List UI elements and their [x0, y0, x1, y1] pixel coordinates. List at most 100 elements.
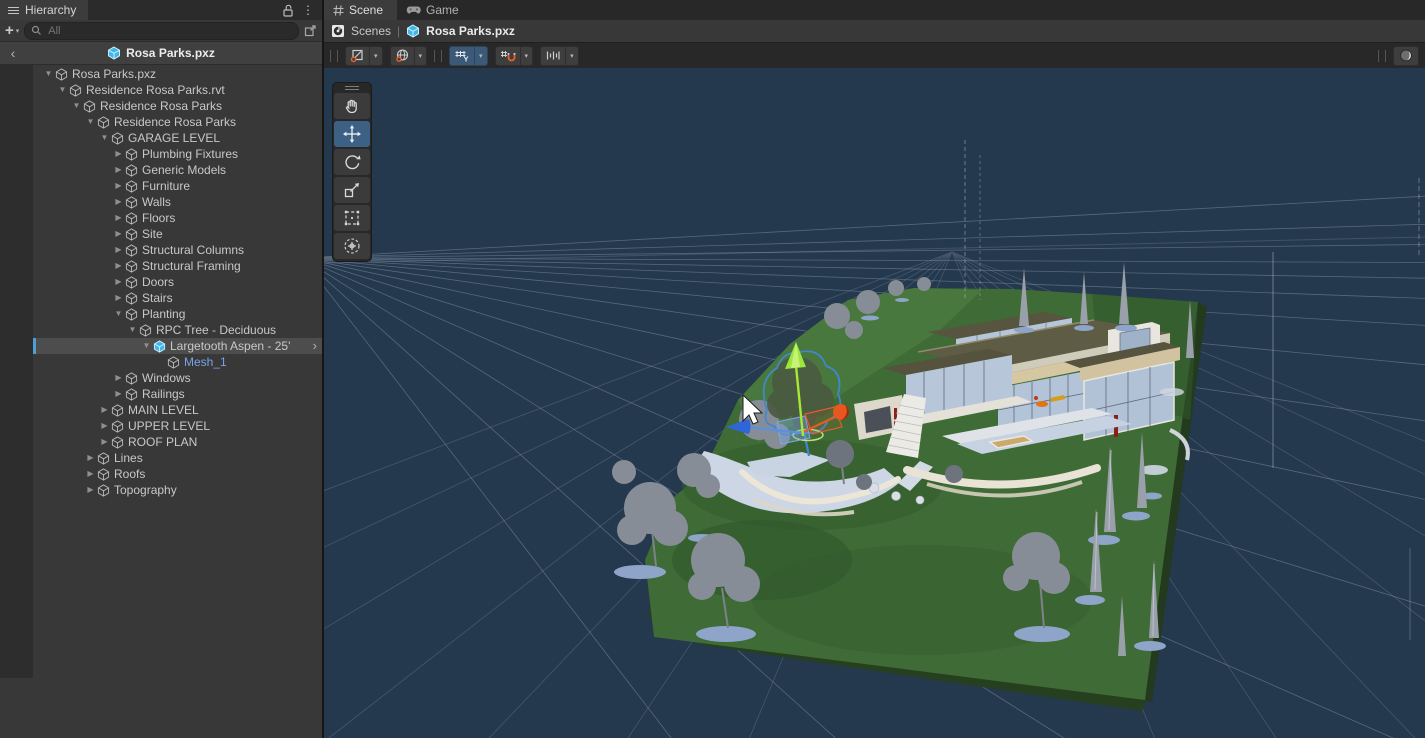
expand-arrow-icon[interactable]: ▶	[112, 278, 125, 286]
item-label: Residence Rosa Parks	[100, 99, 222, 113]
hierarchy-item-plumbing-fixtures[interactable]: ▶Plumbing Fixtures	[0, 146, 322, 162]
hierarchy-item-topography[interactable]: ▶Topography	[0, 482, 322, 498]
hierarchy-item-site[interactable]: ▶ Site	[0, 226, 322, 242]
item-label: Railings	[142, 387, 185, 401]
expand-arrow-icon[interactable]: ▶	[112, 374, 125, 382]
scene-tab-bar: Scene Game	[324, 0, 1425, 20]
tool-handle-position-button[interactable]: ▾	[345, 46, 383, 66]
tools-overlay[interactable]	[332, 82, 372, 262]
tab-hierarchy[interactable]: Hierarchy	[0, 0, 88, 20]
expand-arrow-icon[interactable]: ▶	[112, 198, 125, 206]
toolbar-drag-handle[interactable]	[1378, 50, 1386, 62]
prefab-header-title: Rosa Parks.pxz	[126, 46, 215, 60]
hierarchy-item-roof-plan[interactable]: ▶ROOF PLAN	[0, 434, 322, 450]
expand-arrow-icon[interactable]: ▶	[112, 150, 125, 158]
hierarchy-item-stairs[interactable]: ▶Stairs	[0, 290, 322, 306]
snap-increment-button[interactable]: ▾	[540, 46, 579, 66]
expand-arrow-icon[interactable]: ▶	[84, 486, 97, 494]
expand-arrow-icon[interactable]: ▶	[112, 390, 125, 398]
hamburger-icon	[8, 6, 19, 15]
hierarchy-item-roofs[interactable]: ▶Roofs	[0, 466, 322, 482]
hierarchy-item-railings[interactable]: ▶ Railings	[0, 386, 322, 402]
expand-arrow-icon[interactable]: ▶	[98, 422, 111, 430]
hierarchy-item-rosa-parks-pxz[interactable]: ▼Rosa Parks.pxz	[0, 66, 322, 82]
expand-arrow-icon[interactable]: ▼	[126, 326, 139, 334]
tab-game[interactable]: Game	[397, 0, 473, 20]
hierarchy-item-structural-columns[interactable]: ▶Structural Columns	[0, 242, 322, 258]
expand-arrow-icon[interactable]: ▶	[112, 166, 125, 174]
grid-visibility-button[interactable]: Y ▾	[449, 46, 488, 66]
transform-tool[interactable]	[334, 233, 370, 259]
expand-arrow-icon[interactable]: ▶	[112, 294, 125, 302]
expand-arrow-icon[interactable]: ▼	[84, 118, 97, 126]
expand-arrow-icon[interactable]: ▶	[112, 230, 125, 238]
hierarchy-item-residence-rosa-parks[interactable]: ▼ Residence Rosa Parks	[0, 98, 322, 114]
scale-tool[interactable]	[334, 177, 370, 203]
cube-icon	[111, 420, 124, 433]
rect-icon	[342, 208, 362, 228]
hierarchy-item-walls[interactable]: ▶Walls	[0, 194, 322, 210]
hierarchy-item-residence-rosa-parks-rvt[interactable]: ▼Residence Rosa Parks.rvt	[0, 82, 322, 98]
cube-icon	[125, 244, 138, 257]
scene-viewport[interactable]	[324, 68, 1425, 738]
item-label: Furniture	[142, 179, 190, 193]
move-icon	[342, 124, 362, 144]
rotate-tool[interactable]	[334, 149, 370, 175]
hierarchy-item-residence-rosa-parks[interactable]: ▼Residence Rosa Parks	[0, 114, 322, 130]
expand-arrow-icon[interactable]: ▶	[98, 438, 111, 446]
rect-tool[interactable]	[334, 205, 370, 231]
create-object-button[interactable]: +▾	[5, 23, 19, 38]
scenes-badge-icon[interactable]	[331, 24, 345, 38]
hierarchy-item-upper-level[interactable]: ▶UPPER LEVEL	[0, 418, 322, 434]
panel-divider[interactable]	[322, 0, 324, 738]
back-chevron-button[interactable]: ‹	[0, 46, 26, 60]
expand-arrow-icon[interactable]: ▼	[98, 134, 111, 142]
move-tool[interactable]	[334, 121, 370, 147]
enter-prefab-chevron[interactable]: ›	[313, 339, 317, 352]
tab-scene[interactable]: Scene	[324, 0, 397, 20]
hierarchy-item-largetooth-aspen-25-[interactable]: ▼Largetooth Aspen - 25'›	[0, 338, 322, 354]
expand-arrow-icon[interactable]: ▶	[84, 470, 97, 478]
hierarchy-item-lines[interactable]: ▶Lines	[0, 450, 322, 466]
overlay-grip-handle[interactable]	[334, 83, 370, 93]
expand-arrow-icon[interactable]: ▶	[112, 214, 125, 222]
breadcrumb-root[interactable]: Scenes	[351, 24, 391, 38]
hierarchy-search[interactable]	[24, 22, 299, 40]
toolbar-drag-handle[interactable]	[330, 50, 338, 62]
expand-arrow-icon[interactable]: ▼	[112, 310, 125, 318]
tool-handle-rotation-button[interactable]: ▾	[390, 46, 428, 66]
unlock-icon[interactable]	[282, 4, 294, 17]
expand-arrow-icon[interactable]: ▶	[84, 454, 97, 462]
hierarchy-item-floors[interactable]: ▶Floors	[0, 210, 322, 226]
dropdown-caret-icon: ▾	[525, 52, 529, 60]
expand-arrow-icon[interactable]: ▶	[98, 406, 111, 414]
scene-camera-settings-button[interactable]	[1393, 46, 1419, 66]
breadcrumb-current[interactable]: Rosa Parks.pxz	[426, 24, 515, 38]
cube-icon	[111, 404, 124, 417]
expand-arrow-icon[interactable]: ▶	[112, 262, 125, 270]
hierarchy-item-generic-models[interactable]: ▶Generic Models	[0, 162, 322, 178]
hierarchy-item-main-level[interactable]: ▶MAIN LEVEL	[0, 402, 322, 418]
item-label: Site	[142, 227, 163, 241]
kebab-menu-icon[interactable]: ⋮	[302, 4, 314, 16]
hierarchy-item-doors[interactable]: ▶Doors	[0, 274, 322, 290]
cube-icon	[125, 212, 138, 225]
hierarchy-item-structural-framing[interactable]: ▶Structural Framing	[0, 258, 322, 274]
pick-window-icon[interactable]	[304, 24, 317, 37]
expand-arrow-icon[interactable]: ▶	[112, 182, 125, 190]
expand-arrow-icon[interactable]: ▼	[42, 70, 55, 78]
hierarchy-item-mesh-1[interactable]: Mesh_1	[0, 354, 322, 370]
hierarchy-item-planting[interactable]: ▼Planting	[0, 306, 322, 322]
expand-arrow-icon[interactable]: ▼	[56, 86, 69, 94]
expand-arrow-icon[interactable]: ▼	[140, 342, 153, 350]
hierarchy-item-garage-level[interactable]: ▼GARAGE LEVEL	[0, 130, 322, 146]
hierarchy-item-furniture[interactable]: ▶ Furniture	[0, 178, 322, 194]
toolbar-drag-handle[interactable]	[434, 50, 442, 62]
expand-arrow-icon[interactable]: ▶	[112, 246, 125, 254]
hierarchy-item-windows[interactable]: ▶Windows	[0, 370, 322, 386]
search-input[interactable]	[46, 24, 292, 38]
hierarchy-item-rpc-tree-deciduous[interactable]: ▼RPC Tree - Deciduous	[0, 322, 322, 338]
view-hand-tool[interactable]	[334, 93, 370, 119]
snap-settings-button[interactable]: ▾	[495, 46, 534, 66]
expand-arrow-icon[interactable]: ▼	[70, 102, 83, 110]
